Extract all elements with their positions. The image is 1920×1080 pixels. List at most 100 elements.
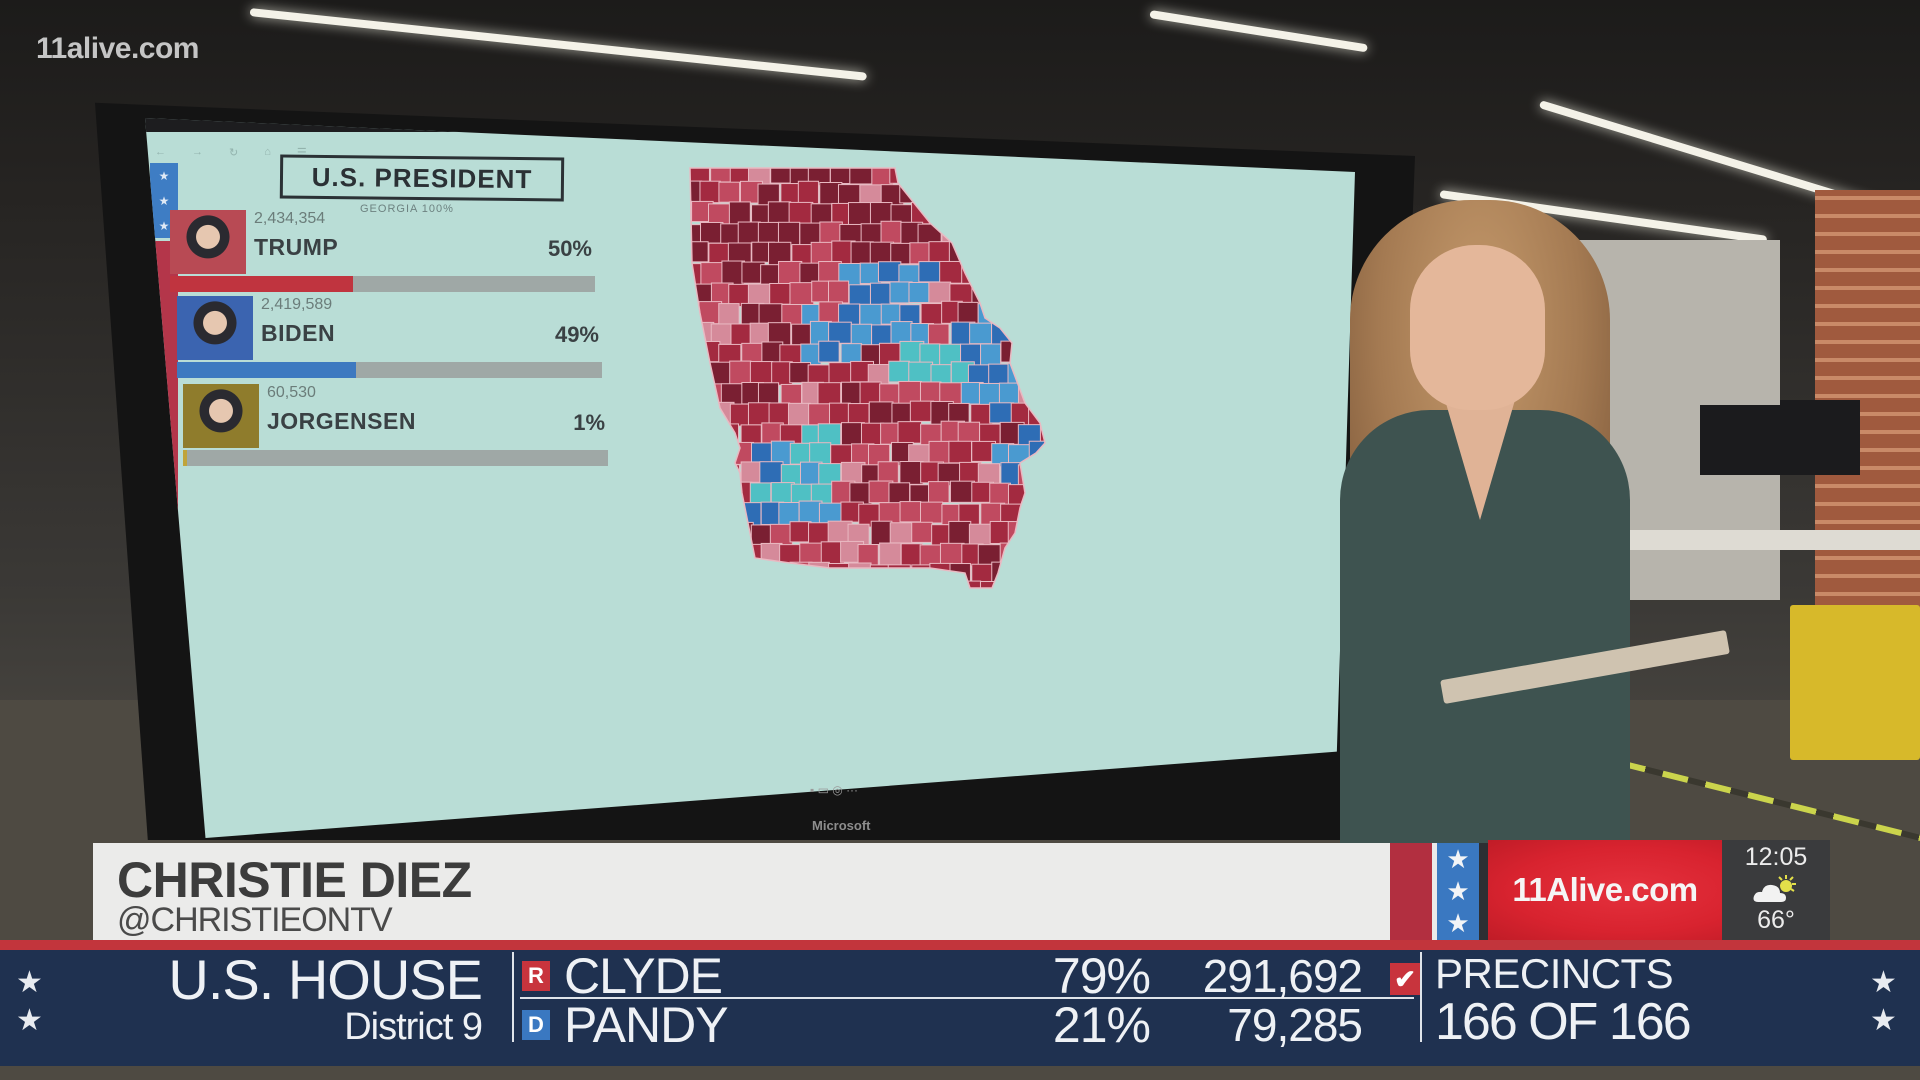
county[interactable] [877,261,902,283]
county[interactable] [770,562,792,585]
county[interactable] [989,402,1015,424]
county[interactable] [948,163,971,187]
county[interactable] [817,382,842,406]
county[interactable] [898,380,922,404]
county[interactable] [699,180,721,204]
county[interactable] [847,202,872,226]
county[interactable] [879,542,902,567]
county[interactable] [899,461,924,485]
county[interactable] [1030,164,1052,186]
county[interactable] [968,523,994,547]
county[interactable] [749,361,774,384]
county[interactable] [889,522,915,544]
county[interactable] [967,163,989,187]
forward-icon[interactable]: → [192,146,203,158]
county[interactable] [980,263,1005,285]
county[interactable] [1037,181,1060,205]
county[interactable] [939,260,963,284]
county[interactable] [1040,343,1065,367]
home-icon[interactable]: ⌂ [264,146,271,158]
county[interactable] [979,581,1005,606]
county[interactable] [1028,323,1049,347]
county[interactable] [908,164,934,189]
county[interactable] [750,442,773,464]
refresh-icon[interactable]: ↻ [229,146,238,159]
county[interactable] [680,400,693,425]
county[interactable] [740,543,764,567]
county[interactable] [747,402,771,426]
county[interactable] [909,400,935,422]
county[interactable] [680,281,691,305]
county[interactable] [1038,384,1061,407]
county[interactable] [760,582,784,605]
county[interactable] [680,580,700,602]
county[interactable] [787,402,811,428]
county[interactable] [759,461,784,485]
county[interactable] [889,163,914,184]
county[interactable] [680,501,701,527]
county[interactable] [690,562,715,587]
county[interactable] [967,242,990,267]
county[interactable] [697,460,722,484]
county[interactable] [1020,181,1045,205]
county[interactable] [721,584,744,609]
county[interactable] [778,260,803,286]
county[interactable] [948,440,972,464]
county[interactable] [911,521,933,543]
county[interactable] [700,501,724,525]
county[interactable] [698,301,723,325]
county[interactable] [700,262,725,286]
county[interactable] [998,582,1023,607]
county[interactable] [721,260,745,286]
county[interactable] [1037,300,1059,325]
county[interactable] [998,382,1021,405]
county[interactable] [748,562,772,586]
county[interactable] [680,443,693,466]
county[interactable] [948,520,972,545]
county[interactable] [879,583,902,607]
county[interactable] [961,223,984,248]
county[interactable] [681,543,705,565]
county[interactable] [928,241,951,265]
county[interactable] [969,201,993,223]
county[interactable] [731,561,756,586]
county[interactable] [717,540,741,562]
county[interactable] [868,401,894,426]
county[interactable] [841,381,863,405]
county[interactable] [818,261,842,283]
county[interactable] [719,500,741,523]
county[interactable] [741,581,766,604]
county[interactable] [789,521,812,543]
county[interactable] [1038,262,1062,287]
county[interactable] [1007,521,1032,546]
county[interactable] [781,304,803,326]
county[interactable] [680,320,692,345]
county[interactable] [808,403,833,426]
county[interactable] [840,422,865,447]
county[interactable] [757,382,780,405]
county[interactable] [800,582,823,605]
county[interactable] [688,443,713,465]
county[interactable] [1021,302,1045,327]
county[interactable] [949,480,975,503]
county[interactable] [729,360,752,385]
county[interactable] [698,542,722,565]
county[interactable] [1028,440,1052,466]
county[interactable] [1039,503,1062,528]
county[interactable] [1031,363,1055,386]
county[interactable] [1018,541,1043,564]
county[interactable] [1017,341,1042,366]
county[interactable] [897,421,922,444]
county[interactable] [939,542,965,565]
county[interactable] [987,202,1011,224]
county[interactable] [1011,242,1033,265]
county[interactable] [698,581,722,605]
county[interactable] [681,462,705,487]
county[interactable] [688,481,710,504]
county[interactable] [680,422,700,446]
county[interactable] [870,520,893,546]
county[interactable] [708,441,733,464]
county[interactable] [827,280,850,304]
county[interactable] [680,342,701,365]
county[interactable] [880,220,902,244]
